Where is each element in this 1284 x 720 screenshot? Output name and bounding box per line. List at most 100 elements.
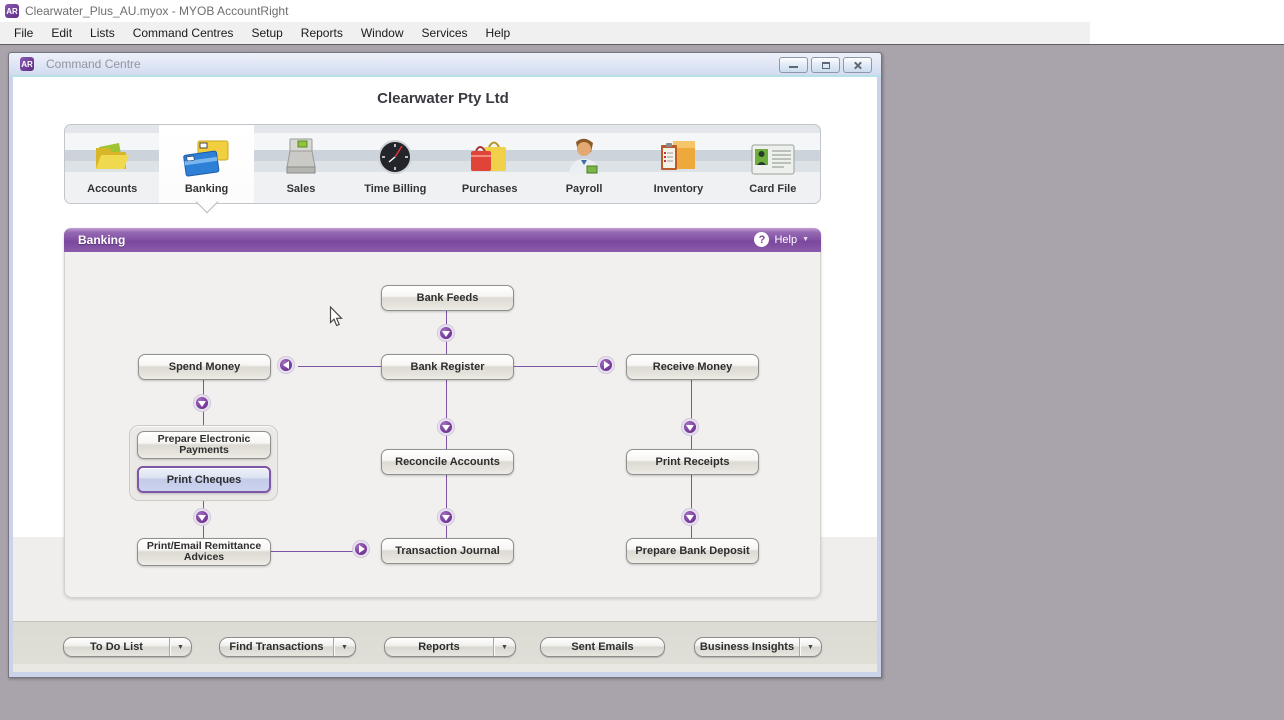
banking-flowchart: Bank Feeds Spend Money Bank Register Rec… [64, 252, 821, 598]
spend-money-button[interactable]: Spend Money [138, 354, 271, 380]
footer-strip [13, 664, 877, 672]
connector-line [446, 380, 447, 449]
menubar: File Edit Lists Command Centres Setup Re… [0, 22, 1090, 44]
find-transactions-button[interactable]: Find Transactions ▼ [219, 637, 356, 657]
menu-reports[interactable]: Reports [292, 23, 352, 43]
arrow-down-icon [194, 395, 210, 411]
window-titlebar[interactable]: AR Command Centre [9, 53, 881, 77]
command-centre-window: AR Command Centre Clearwater Pty Ltd Acc… [8, 52, 882, 678]
module-label: Sales [286, 183, 316, 195]
card-file-icon [748, 125, 798, 181]
window-controls [779, 57, 872, 73]
minimize-button[interactable] [779, 57, 808, 73]
maximize-button[interactable] [811, 57, 840, 73]
chevron-down-icon[interactable]: ▼ [493, 638, 515, 656]
module-payroll[interactable]: Payroll [537, 125, 631, 203]
footer-button-label: Reports [418, 641, 460, 653]
mdi-background: AR Command Centre Clearwater Pty Ltd Acc… [0, 44, 1284, 720]
banking-panel-header: Banking ? Help ▼ [64, 228, 821, 252]
close-button[interactable] [843, 57, 872, 73]
arrow-down-icon [194, 509, 210, 525]
module-purchases[interactable]: Purchases [443, 125, 537, 203]
menu-edit[interactable]: Edit [42, 23, 81, 43]
connector-line [691, 475, 692, 538]
to-do-list-button[interactable]: To Do List ▼ [63, 637, 192, 657]
help-icon: ? [754, 232, 770, 247]
close-icon [857, 61, 859, 70]
menu-services[interactable]: Services [413, 23, 477, 43]
footer-button-label: Sent Emails [571, 641, 634, 653]
app-titlebar: AR Clearwater_Plus_AU.myox - MYOB Accoun… [0, 0, 1284, 22]
module-sales[interactable]: Sales [254, 125, 348, 203]
menu-help[interactable]: Help [477, 23, 520, 43]
connector-line [514, 366, 598, 367]
connector-line [298, 366, 381, 367]
payroll-person-icon [561, 125, 607, 181]
footer-button-label: To Do List [90, 641, 143, 653]
menu-window[interactable]: Window [352, 23, 413, 43]
chevron-down-icon[interactable]: ▼ [169, 638, 191, 656]
footer-button-label: Business Insights [699, 641, 795, 653]
module-label: Purchases [461, 183, 518, 195]
arrow-down-icon [438, 419, 454, 435]
connector-line [691, 380, 692, 449]
bank-register-button[interactable]: Bank Register [381, 354, 514, 380]
company-name: Clearwater Pty Ltd [377, 90, 509, 107]
arrow-right-icon [353, 541, 369, 557]
menu-command-centres[interactable]: Command Centres [124, 23, 243, 43]
credit-cards-icon [182, 125, 232, 181]
module-label: Accounts [87, 183, 138, 195]
inventory-box-icon [655, 125, 701, 181]
menu-file[interactable]: File [5, 23, 42, 43]
banking-panel: Banking ? Help ▼ Bank Feeds Spend Money … [64, 228, 821, 598]
arrow-down-icon [682, 419, 698, 435]
module-accounts[interactable]: Accounts [65, 125, 159, 203]
chevron-down-icon[interactable]: ▼ [799, 638, 821, 656]
help-label: Help [774, 233, 798, 246]
module-label: Time Billing [364, 183, 427, 195]
app-logo-icon: AR [5, 4, 19, 18]
arrow-down-icon [438, 509, 454, 525]
app-title: Clearwater_Plus_AU.myox - MYOB AccountRi… [25, 4, 289, 18]
print-cheques-button[interactable]: Print Cheques [137, 466, 271, 493]
reports-button[interactable]: Reports ▼ [384, 637, 516, 657]
module-banking[interactable]: Banking [159, 125, 254, 203]
connector-line [271, 551, 353, 552]
arrow-left-icon [278, 357, 294, 373]
window-title: Command Centre [46, 57, 141, 71]
reconcile-accounts-button[interactable]: Reconcile Accounts [381, 449, 514, 475]
module-label: Banking [184, 183, 229, 195]
arrow-down-icon [438, 325, 454, 341]
module-time-billing[interactable]: Time Billing [348, 125, 442, 203]
bank-feeds-button[interactable]: Bank Feeds [381, 285, 514, 311]
window-content: Clearwater Pty Ltd Accounts Banking Sale… [13, 77, 877, 672]
arrow-right-icon [598, 357, 614, 373]
menu-lists[interactable]: Lists [81, 23, 124, 43]
receive-money-button[interactable]: Receive Money [626, 354, 759, 380]
print-receipts-button[interactable]: Print Receipts [626, 449, 759, 475]
module-label: Payroll [565, 183, 603, 195]
menu-setup[interactable]: Setup [242, 23, 291, 43]
prepare-electronic-payments-button[interactable]: Prepare Electronic Payments [137, 431, 271, 459]
module-label: Inventory [653, 183, 704, 195]
business-insights-button[interactable]: Business Insights ▼ [694, 637, 822, 657]
shopping-bags-icon [467, 125, 513, 181]
chevron-down-icon[interactable]: ▼ [333, 638, 355, 656]
prepare-bank-deposit-button[interactable]: Prepare Bank Deposit [626, 538, 759, 564]
sent-emails-button[interactable]: Sent Emails [540, 637, 665, 657]
print-email-remittance-advices-button[interactable]: Print/Email Remittance Advices [137, 538, 271, 566]
arrow-down-icon [682, 509, 698, 525]
connector-line [446, 475, 447, 538]
chevron-down-icon: ▼ [802, 236, 809, 243]
panel-title: Banking [78, 233, 126, 247]
help-button[interactable]: ? Help ▼ [754, 232, 809, 247]
maximize-icon [822, 62, 830, 69]
cash-register-icon [278, 125, 324, 181]
module-label: Card File [749, 183, 797, 195]
minimize-icon [789, 66, 798, 68]
window-logo-icon: AR [20, 57, 34, 71]
footer-button-label: Find Transactions [229, 641, 324, 653]
transaction-journal-button[interactable]: Transaction Journal [381, 538, 514, 564]
module-card-file[interactable]: Card File [726, 125, 820, 203]
module-inventory[interactable]: Inventory [631, 125, 725, 203]
